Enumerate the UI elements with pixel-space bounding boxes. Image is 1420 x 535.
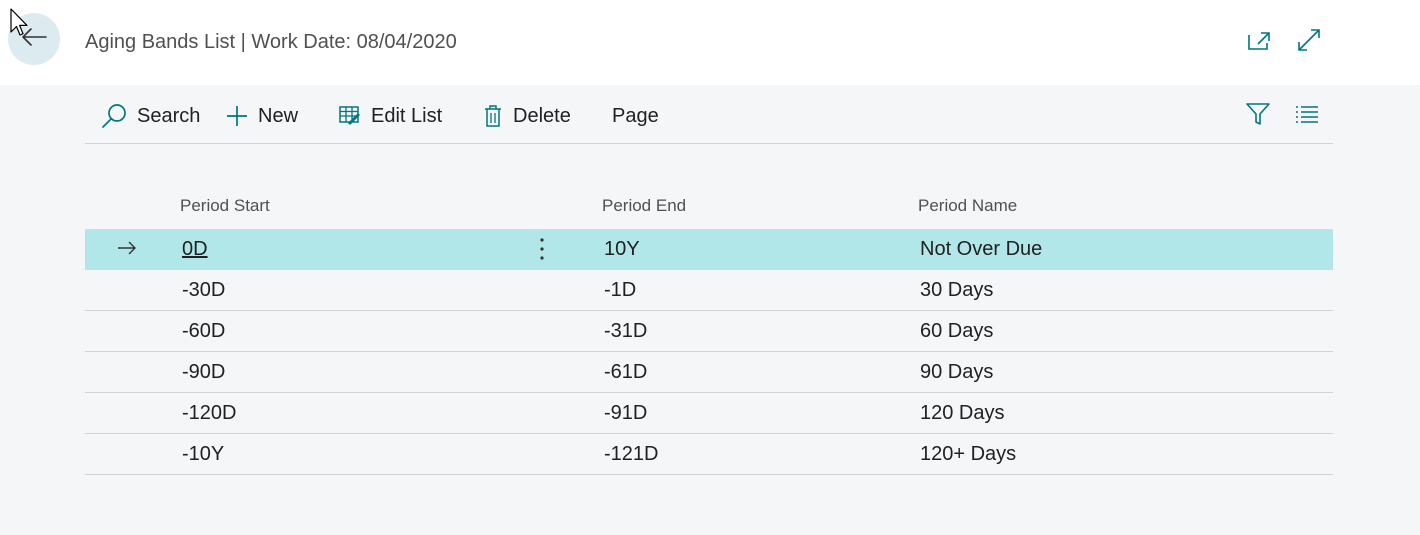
mouse-cursor-icon xyxy=(10,8,28,36)
period-start-cell[interactable]: -10Y xyxy=(182,443,224,466)
search-button[interactable]: Search xyxy=(101,93,200,139)
period-end-cell: -31D xyxy=(604,320,648,342)
search-label: Search xyxy=(137,104,201,127)
new-button[interactable]: New xyxy=(226,93,298,139)
period-name-cell: 30 Days xyxy=(920,279,994,301)
more-vertical-icon xyxy=(540,238,544,260)
period-end-cell: 10Y xyxy=(604,238,640,260)
delete-button[interactable]: Delete xyxy=(483,93,571,139)
new-label: New xyxy=(258,104,299,127)
period-start-cell[interactable]: -60D xyxy=(182,320,225,343)
list-view-icon xyxy=(1295,104,1319,129)
period-end-cell: -1D xyxy=(604,279,637,301)
column-header-period-end[interactable]: Period End xyxy=(602,196,686,216)
list-view-button[interactable] xyxy=(1292,101,1322,131)
plus-icon xyxy=(226,105,248,127)
page-menu-button[interactable]: Page xyxy=(612,93,659,139)
table-row[interactable]: -90D -61D 90 Days xyxy=(85,352,1333,393)
period-end-cell: -61D xyxy=(604,361,648,383)
table-header: Period Start Period End Period Name xyxy=(85,186,1333,229)
expand-button[interactable] xyxy=(1295,28,1323,56)
column-header-period-name[interactable]: Period Name xyxy=(918,196,1017,216)
table-row[interactable]: -10Y -121D 120+ Days xyxy=(85,434,1333,475)
edit-list-button[interactable]: Edit List xyxy=(339,93,442,139)
open-in-new-window-icon xyxy=(1247,29,1273,56)
period-name-cell: 60 Days xyxy=(920,320,994,342)
period-name-cell: 120+ Days xyxy=(920,443,1017,465)
column-header-period-start[interactable]: Period Start xyxy=(180,196,270,216)
page-header: Aging Bands List | Work Date: 08/04/2020 xyxy=(0,0,1420,85)
aging-bands-table: Period Start Period End Period Name 0D 1… xyxy=(85,186,1333,475)
row-actions-button[interactable] xyxy=(534,235,550,263)
table-row[interactable]: -60D -31D 60 Days xyxy=(85,311,1333,352)
edit-list-icon xyxy=(339,105,361,127)
period-name-cell: 90 Days xyxy=(920,361,994,383)
period-end-cell: -91D xyxy=(604,402,648,424)
trash-icon xyxy=(483,104,503,128)
action-bar: Search New Edit List Delete Page xyxy=(85,93,1333,144)
filter-icon xyxy=(1245,101,1271,132)
period-start-cell[interactable]: -90D xyxy=(182,361,225,384)
period-name-cell: 120 Days xyxy=(920,402,1005,424)
period-start-cell[interactable]: 0D xyxy=(182,238,208,261)
expand-icon xyxy=(1296,27,1322,58)
period-end-cell: -121D xyxy=(604,443,659,465)
row-selected-arrow-icon xyxy=(117,239,137,262)
period-name-cell: Not Over Due xyxy=(920,238,1043,260)
edit-list-label: Edit List xyxy=(371,104,443,127)
table-row[interactable]: -30D -1D 30 Days xyxy=(85,270,1333,311)
open-in-new-window-button[interactable] xyxy=(1246,28,1274,56)
filter-button[interactable] xyxy=(1243,101,1273,131)
table-row[interactable]: -120D -91D 120 Days xyxy=(85,393,1333,434)
period-start-cell[interactable]: -120D xyxy=(182,402,236,425)
search-icon xyxy=(101,103,127,129)
page-title: Aging Bands List | Work Date: 08/04/2020 xyxy=(85,31,457,53)
page-label: Page xyxy=(612,104,659,127)
delete-label: Delete xyxy=(513,104,571,127)
table-row[interactable]: 0D 10Y Not Over Due xyxy=(85,229,1333,270)
period-start-cell[interactable]: -30D xyxy=(182,279,225,302)
